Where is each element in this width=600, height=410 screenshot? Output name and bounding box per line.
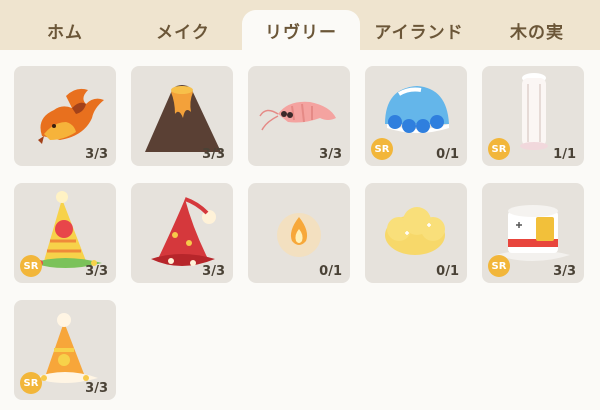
sr-rarity-badge: SR	[488, 255, 510, 277]
item-count: 3/3	[85, 147, 108, 162]
tab-livly[interactable]: リヴリー	[242, 10, 360, 50]
tab-home[interactable]: ホム	[6, 10, 124, 50]
item-grid: 3/3 3/3 3/3 SR 0/1 SR 1/1 SR 3/3 3/3 0/1…	[14, 66, 586, 406]
item-card[interactable]: SR 3/3	[14, 183, 116, 283]
item-count: 3/3	[202, 264, 225, 279]
item-card[interactable]: SR 0/1	[365, 66, 467, 166]
item-card[interactable]: 3/3	[248, 66, 350, 166]
item-card[interactable]: 3/3	[14, 66, 116, 166]
item-count: 3/3	[553, 264, 576, 279]
item-count: 0/1	[436, 147, 459, 162]
sr-rarity-badge: SR	[20, 372, 42, 394]
item-card[interactable]: 3/3	[131, 183, 233, 283]
item-card[interactable]: SR 3/3	[14, 300, 116, 400]
item-count: 3/3	[202, 147, 225, 162]
tab-nuts[interactable]: 木の実	[478, 10, 596, 50]
item-card[interactable]: 3/3	[131, 66, 233, 166]
item-card[interactable]: SR 3/3	[482, 183, 584, 283]
tab-island[interactable]: アイランド	[360, 10, 478, 50]
sr-rarity-badge: SR	[20, 255, 42, 277]
item-card[interactable]: 0/1	[365, 183, 467, 283]
item-count: 0/1	[436, 264, 459, 279]
tab-make[interactable]: メイク	[124, 10, 242, 50]
category-tab-bar: ホム メイク リヴリー アイランド 木の実	[0, 0, 600, 50]
item-card[interactable]: 0/1	[248, 183, 350, 283]
item-count: 3/3	[85, 381, 108, 396]
item-count: 3/3	[85, 264, 108, 279]
item-count: 0/1	[319, 264, 342, 279]
sr-rarity-badge: SR	[488, 138, 510, 160]
item-count: 1/1	[553, 147, 576, 162]
sr-rarity-badge: SR	[371, 138, 393, 160]
item-card[interactable]: SR 1/1	[482, 66, 584, 166]
item-count: 3/3	[319, 143, 345, 165]
